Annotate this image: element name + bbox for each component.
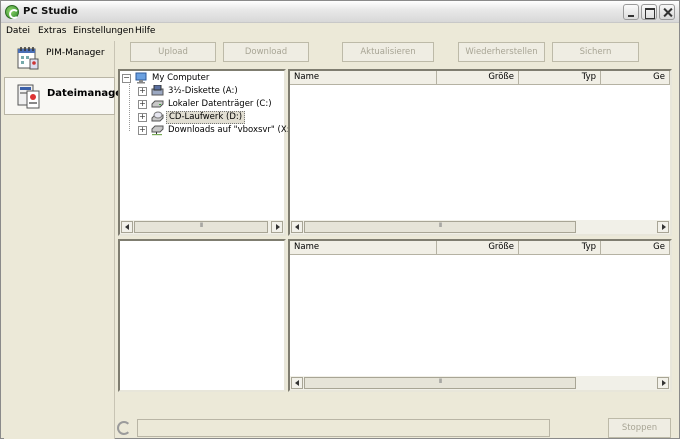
menu-datei[interactable]: Datei: [6, 26, 30, 36]
menu-bar: Datei Extras Einstellungen Hilfe: [1, 24, 679, 39]
download-button[interactable]: Download: [223, 42, 309, 62]
scroll-right-arrow-icon[interactable]: [657, 377, 669, 389]
restore-button[interactable]: Wiederherstellen: [458, 42, 545, 62]
scroll-left-arrow-icon[interactable]: [291, 377, 303, 389]
tree-label: 3½-Diskette (A:): [168, 86, 238, 96]
scrollbar-thumb[interactable]: [134, 221, 268, 233]
hard-drive-icon: [151, 100, 164, 108]
tree-label: Lokaler Datenträger (C:): [168, 99, 272, 109]
my-computer-icon: [135, 72, 147, 84]
tree-label: Downloads auf "vboxsvr" (X:): [168, 125, 293, 135]
file-manager-icon: [17, 84, 40, 109]
backup-button[interactable]: Sichern: [552, 42, 639, 62]
local-file-list[interactable]: Name Größe Typ Ge: [288, 239, 672, 392]
column-header-name[interactable]: Name: [290, 241, 437, 255]
tree-label: CD-Laufwerk (D:): [166, 111, 246, 124]
close-button[interactable]: [659, 4, 675, 20]
folder-tree-panel[interactable]: − My Computer + 3½-Diskette (A:) + Lokal…: [118, 69, 293, 236]
pim-manager-icon: [17, 47, 39, 70]
title-bar[interactable]: PC Studio: [1, 1, 679, 23]
app-window: PC Studio Datei Extras Einstellungen Hil…: [0, 0, 680, 439]
stop-button[interactable]: Stoppen: [608, 418, 671, 438]
menu-einstellungen[interactable]: Einstellungen: [73, 26, 134, 36]
upload-button[interactable]: Upload: [130, 42, 216, 62]
scroll-right-arrow-icon[interactable]: [271, 221, 283, 233]
tree-label: My Computer: [152, 73, 210, 83]
refresh-button[interactable]: Aktualisieren: [342, 42, 434, 62]
menu-extras[interactable]: Extras: [38, 26, 66, 36]
floppy-drive-icon: [151, 85, 164, 96]
scrollbar-thumb[interactable]: [304, 221, 576, 233]
column-header-size[interactable]: Größe: [437, 241, 519, 255]
sidebar-item-file-manager[interactable]: Dateimanager: [4, 77, 127, 115]
column-header-type[interactable]: Typ: [519, 71, 601, 85]
sidebar-item-pim-manager[interactable]: PIM-Manager: [4, 41, 115, 79]
tree-node-drive-d[interactable]: + CD-Laufwerk (D:): [138, 111, 284, 124]
column-header-modified[interactable]: Ge: [601, 241, 670, 255]
minimize-button[interactable]: [623, 4, 639, 20]
sidebar-item-label: PIM-Manager: [46, 48, 105, 58]
expand-icon[interactable]: +: [138, 113, 147, 122]
tree-node-drive-a[interactable]: + 3½-Diskette (A:): [138, 85, 284, 98]
list-horizontal-scrollbar[interactable]: [290, 376, 670, 390]
expand-icon[interactable]: +: [138, 100, 147, 109]
expand-icon[interactable]: +: [138, 126, 147, 135]
sidebar: PIM-Manager Dateimanager: [4, 41, 127, 439]
maximize-button[interactable]: [641, 4, 657, 20]
remote-file-list[interactable]: Name Größe Typ Ge: [288, 69, 672, 236]
folder-content-panel[interactable]: [118, 239, 286, 392]
sidebar-item-label: Dateimanager: [47, 88, 127, 99]
column-header-type[interactable]: Typ: [519, 241, 601, 255]
sync-icon: [117, 421, 131, 435]
column-header-name[interactable]: Name: [290, 71, 437, 85]
pc-studio-logo-icon: [5, 5, 19, 19]
scroll-right-arrow-icon[interactable]: [657, 221, 669, 233]
collapse-icon[interactable]: −: [122, 74, 131, 83]
network-drive-icon: [151, 125, 164, 136]
scrollbar-thumb[interactable]: [304, 377, 576, 389]
list-horizontal-scrollbar[interactable]: [290, 220, 670, 234]
scroll-left-arrow-icon[interactable]: [291, 221, 303, 233]
progress-bar: [137, 419, 550, 437]
cd-drive-icon: [151, 111, 164, 122]
tree-horizontal-scrollbar[interactable]: [120, 220, 284, 234]
window-title: PC Studio: [23, 6, 78, 17]
tree-node-root[interactable]: − My Computer: [122, 72, 282, 85]
column-header-size[interactable]: Größe: [437, 71, 519, 85]
column-header-modified[interactable]: Ge: [601, 71, 670, 85]
menu-hilfe[interactable]: Hilfe: [135, 26, 155, 36]
expand-icon[interactable]: +: [138, 87, 147, 96]
tree-node-drive-x[interactable]: + Downloads auf "vboxsvr" (X:): [138, 124, 293, 137]
tree-node-drive-c[interactable]: + Lokaler Datenträger (C:): [138, 98, 284, 111]
scroll-left-arrow-icon[interactable]: [121, 221, 133, 233]
tree-connector: [129, 84, 130, 131]
